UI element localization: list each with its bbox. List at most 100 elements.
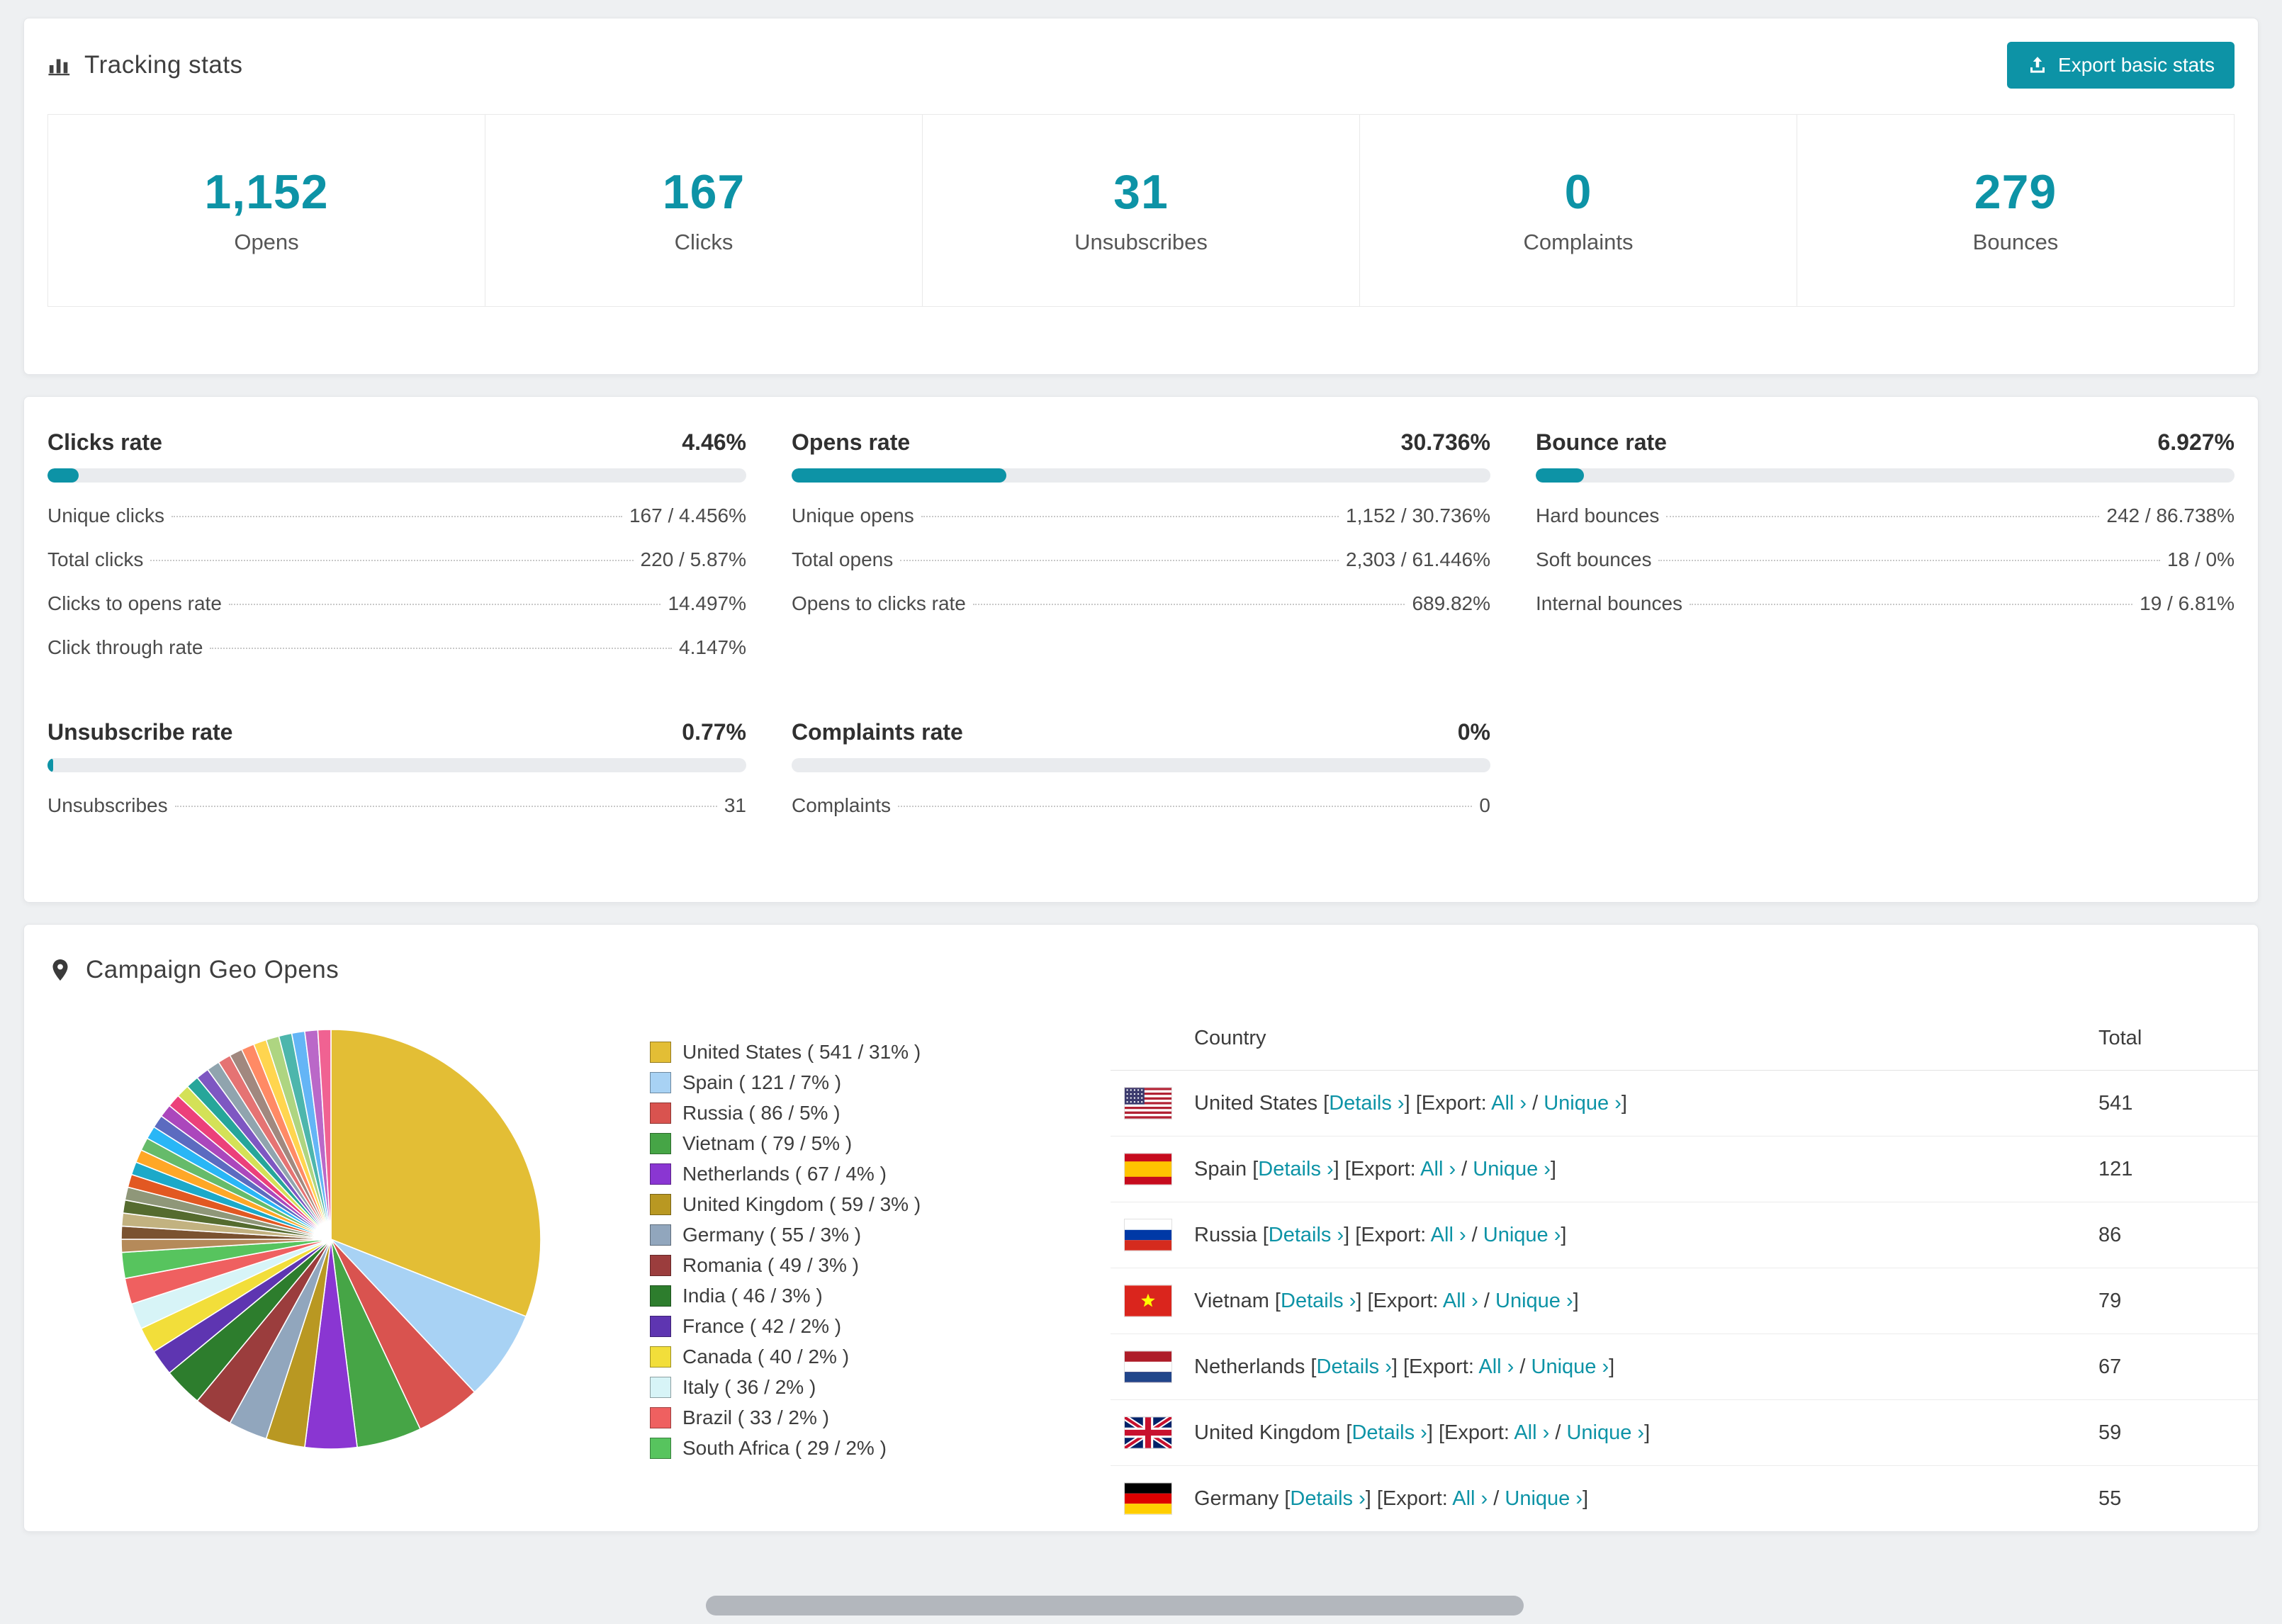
country-column-header: Country [1194,1027,1266,1049]
export-label: Export: [1361,1223,1427,1246]
rate-row: Hard bounces 242 / 86.738% [1536,494,2235,538]
rate-row-label: Soft bounces [1536,548,1652,570]
export-label: Export: [1350,1157,1416,1180]
flag-de-icon [1125,1483,1171,1514]
rate-row: Unique opens 1,152 / 30.736% [792,494,1490,538]
geo-table: Country Total United States [Details ›] [E… [1111,1008,2258,1531]
export-unique-link[interactable]: Unique › [1544,1092,1621,1115]
dotted-leader [1666,516,2100,517]
rate-row-value: 19 / 6.81% [2140,592,2235,614]
details-link[interactable]: Details › [1269,1224,1344,1246]
progress-fill [47,758,53,772]
dotted-leader [898,806,1473,807]
details-link[interactable]: Details › [1290,1487,1365,1510]
rate-row-value: 0 [1479,794,1490,816]
dotted-leader [1658,560,2161,561]
legend-label: Romania ( 49 / 3% ) [682,1253,859,1276]
details-link[interactable]: Details › [1281,1290,1356,1312]
campaign-geo-opens-card: Campaign Geo Opens United States ( 541 /… [23,924,2259,1532]
legend-label: Netherlands ( 67 / 4% ) [682,1162,887,1185]
export-icon [2027,55,2048,76]
tracking-stats-card: Tracking stats Export basic stats 1,152 O… [23,18,2259,375]
legend-label: United States ( 541 / 31% ) [682,1040,921,1063]
rate-row-label: Unique clicks [47,504,164,526]
geo-pie-chart [118,1027,558,1531]
details-link[interactable]: Details › [1351,1421,1427,1444]
rate-percent: 0% [1457,719,1490,745]
rates-grid: Clicks rate 4.46% Unique clicks 167 / 4.456… [47,429,2235,828]
rate-title: Clicks rate [47,429,162,455]
legend-item: South Africa ( 29 / 2% ) [650,1433,1103,1463]
export-all-link[interactable]: All › [1452,1487,1488,1510]
total-cell: 86 [2098,1223,2122,1246]
export-label: Export: [1444,1421,1510,1444]
rate-row-label: Hard bounces [1536,504,1660,526]
export-all-link[interactable]: All › [1491,1092,1527,1115]
legend-swatch [650,1254,671,1276]
total-cell: 59 [2098,1421,2122,1444]
stat-label: Clicks [674,230,734,254]
geo-body: United States ( 541 / 31% ) Spain ( 121 /… [47,1008,2258,1531]
export-unique-link[interactable]: Unique › [1483,1224,1561,1246]
legend-label: Vietnam ( 79 / 5% ) [682,1132,853,1154]
export-unique-link[interactable]: Unique › [1566,1421,1644,1444]
rate-row-label: Clicks to opens rate [47,592,222,614]
details-link[interactable]: Details › [1329,1092,1404,1115]
rate-row-value: 2,303 / 61.446% [1346,548,1490,570]
export-unique-link[interactable]: Unique › [1531,1355,1609,1378]
legend-swatch [650,1406,671,1428]
geo-legend: United States ( 541 / 31% ) Spain ( 121 /… [650,1037,1103,1531]
rate-head: Complaints rate 0% [792,719,1490,745]
export-all-link[interactable]: All › [1431,1224,1466,1246]
details-link[interactable]: Details › [1317,1355,1392,1378]
geo-table-row: Vietnam [Details ›] [Export: All › / Uni… [1111,1268,2258,1334]
rate-row-label: Total clicks [47,548,144,570]
export-all-link[interactable]: All › [1478,1355,1514,1378]
legend-swatch [650,1163,671,1185]
stat-box-unsubscribes: 31 Unsubscribes [922,114,1360,307]
export-all-link[interactable]: All › [1443,1290,1478,1312]
legend-label: Brazil ( 33 / 2% ) [682,1406,829,1428]
legend-swatch [650,1437,671,1459]
bar-chart-icon [47,53,72,77]
export-all-link[interactable]: All › [1514,1421,1549,1444]
legend-item: Brazil ( 33 / 2% ) [650,1402,1103,1433]
rate-rows: Unsubscribes 31 [47,784,746,828]
export-label: Export: [1382,1487,1448,1510]
horizontal-scrollbar-thumb[interactable] [706,1596,1524,1615]
legend-swatch [650,1102,671,1124]
rate-rows: Unique clicks 167 / 4.456% Total clicks 220… [47,494,746,670]
tracking-stats-header: Tracking stats Export basic stats [47,42,2235,89]
export-unique-link[interactable]: Unique › [1473,1158,1551,1180]
rate-head: Unsubscribe rate 0.77% [47,719,746,745]
total-cell: 541 [2098,1091,2133,1115]
geo-table-row: Russia [Details ›] [Export: All › / Uniq… [1111,1202,2258,1268]
dotted-leader [228,604,661,605]
stat-value: 1,152 [204,165,329,219]
export-label: Export: [1373,1289,1439,1312]
legend-item: Russia ( 86 / 5% ) [650,1098,1103,1128]
legend-item: France ( 42 / 2% ) [650,1311,1103,1341]
geo-title: Campaign Geo Opens [86,956,339,983]
export-unique-link[interactable]: Unique › [1505,1487,1583,1510]
legend-item: Vietnam ( 79 / 5% ) [650,1128,1103,1158]
legend-label: Italy ( 36 / 2% ) [682,1375,816,1398]
legend-swatch [650,1224,671,1246]
stat-box-bounces: 279 Bounces [1797,114,2235,307]
rate-row-label: Complaints [792,794,892,816]
legend-label: Canada ( 40 / 2% ) [682,1345,850,1368]
stat-box-opens: 1,152 Opens [47,114,485,307]
export-all-link[interactable]: All › [1420,1158,1456,1180]
flag-gb-icon [1125,1417,1171,1448]
rate-title: Bounce rate [1536,429,1667,455]
legend-item: Italy ( 36 / 2% ) [650,1372,1103,1402]
legend-item: United States ( 541 / 31% ) [650,1037,1103,1067]
legend-swatch [650,1193,671,1215]
rate-row-label: Unsubscribes [47,794,168,816]
details-link[interactable]: Details › [1258,1158,1333,1180]
geo-table-row: United Kingdom [Details ›] [Export: All … [1111,1400,2258,1466]
rate-row: Soft bounces 18 / 0% [1536,538,2235,582]
export-basic-stats-button[interactable]: Export basic stats [2007,42,2235,89]
export-unique-link[interactable]: Unique › [1495,1290,1573,1312]
rate-row-value: 242 / 86.738% [2106,504,2235,526]
